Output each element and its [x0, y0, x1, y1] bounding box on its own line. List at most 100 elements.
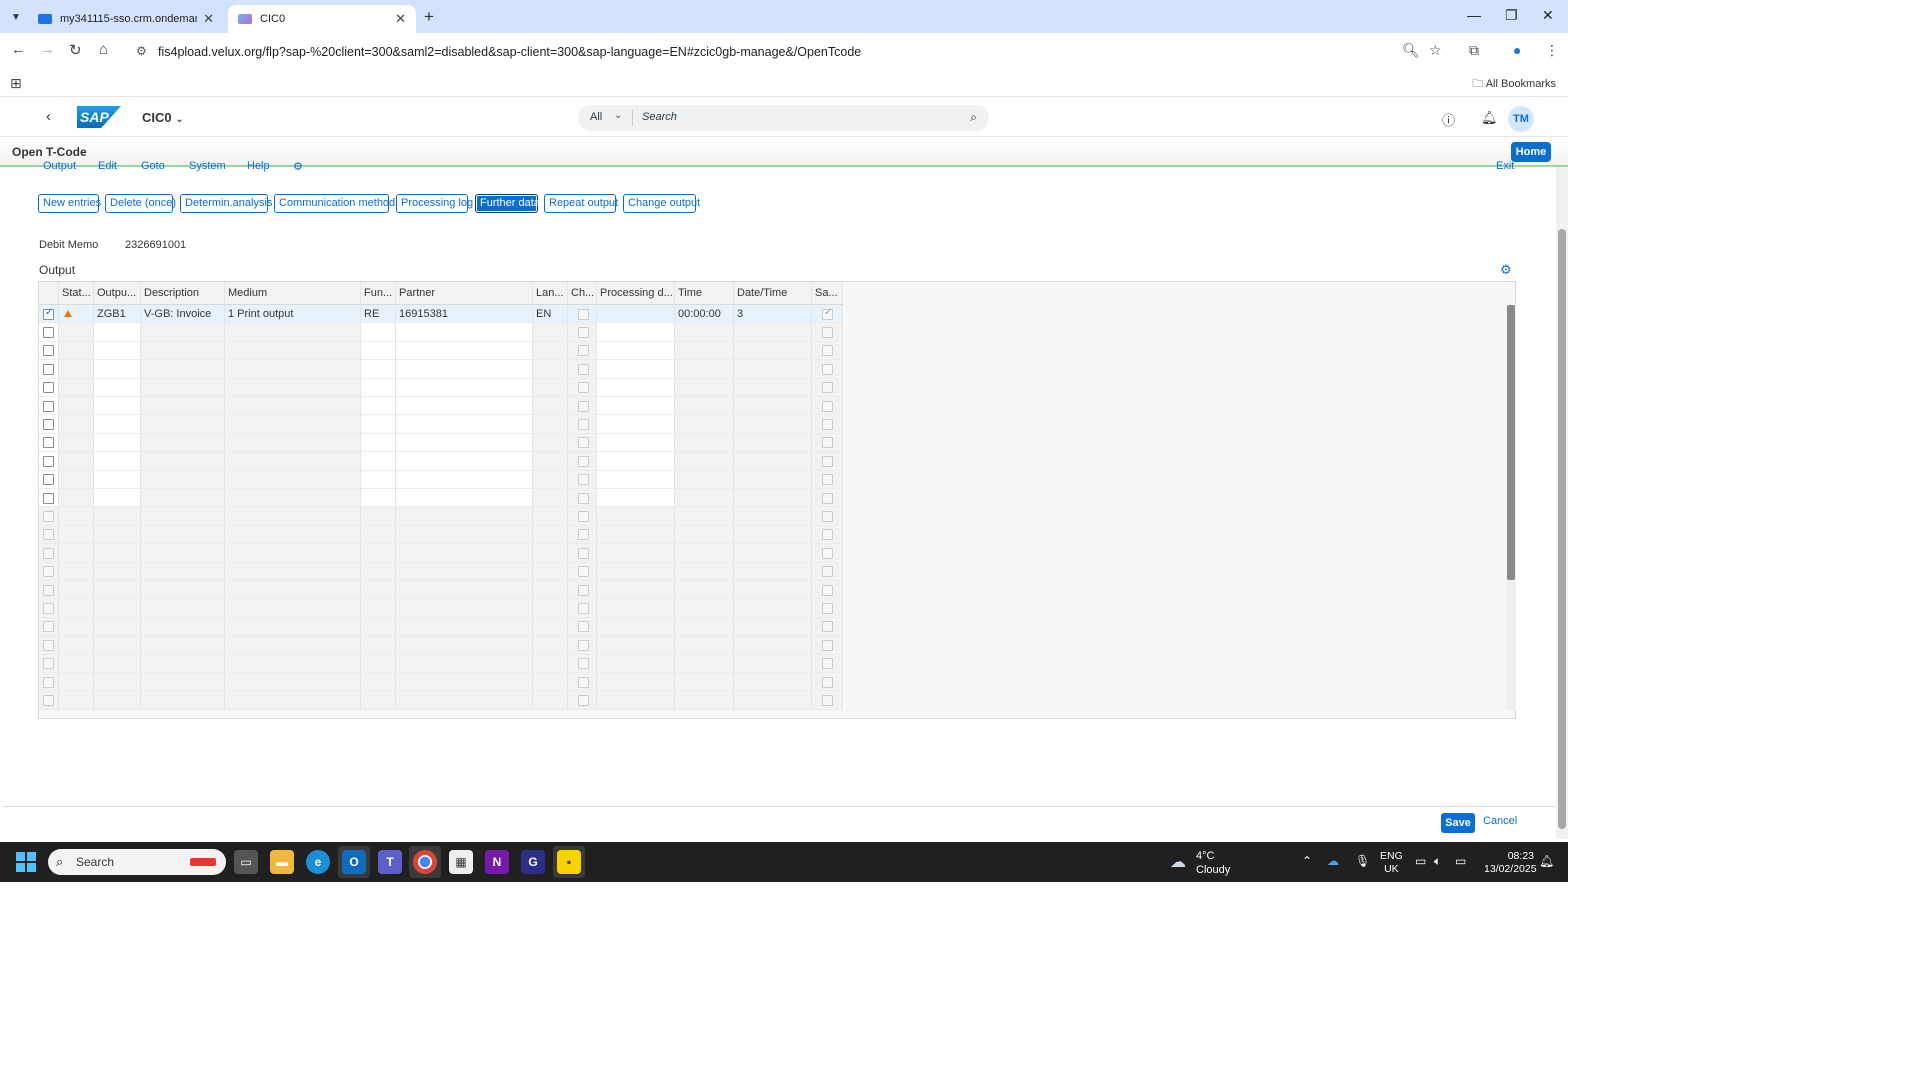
cancel-button[interactable]: Cancel: [1483, 815, 1517, 827]
close-tab-icon[interactable]: ✕: [203, 11, 214, 27]
windows-start-icon[interactable]: [16, 852, 36, 872]
table-cell[interactable]: [141, 323, 225, 342]
table-cell[interactable]: [396, 452, 533, 471]
table-cell[interactable]: ZGB1: [94, 305, 141, 324]
table-cell[interactable]: [94, 323, 141, 342]
table-cell[interactable]: [141, 378, 225, 397]
communication-method-button[interactable]: Communication method: [274, 194, 395, 213]
table-cell[interactable]: [675, 341, 734, 361]
change-output-button[interactable]: Change output: [623, 194, 700, 213]
table-cell[interactable]: [225, 360, 361, 379]
table-cell[interactable]: [141, 341, 225, 361]
sticky-notes-icon[interactable]: ▪: [557, 850, 581, 874]
table-cell[interactable]: [94, 378, 141, 397]
back-arrow-icon[interactable]: ←: [11, 41, 26, 58]
volume-icon[interactable]: 🔈︎: [1434, 854, 1441, 869]
table-settings-gear-icon[interactable]: ⚙: [1500, 262, 1512, 278]
table-cell[interactable]: [94, 452, 141, 471]
column-header-selector[interactable]: [39, 282, 59, 305]
table-cell[interactable]: [396, 378, 533, 397]
help-icon[interactable]: ⓘ: [1442, 110, 1455, 129]
input-language-indicator[interactable]: ENG UK: [1380, 850, 1403, 876]
table-cell[interactable]: [533, 433, 568, 453]
search-icon[interactable]: ⌕: [970, 110, 977, 125]
forward-arrow-icon[interactable]: →: [40, 41, 55, 58]
browser-menu-icon[interactable]: ⋮: [1545, 42, 1559, 59]
table-cell[interactable]: [675, 415, 734, 434]
table-cell[interactable]: [734, 433, 812, 453]
search-input[interactable]: Search: [642, 111, 677, 123]
excel-calc-icon[interactable]: ▦: [449, 850, 473, 874]
table-cell[interactable]: [225, 452, 361, 471]
app-title-menu[interactable]: CIC0 ⌄: [142, 110, 184, 125]
url-field[interactable]: ⚙ fis4pload.velux.org/flp?sap-%20client=…: [128, 37, 1458, 66]
column-header[interactable]: Lan...: [533, 282, 568, 305]
menu-system[interactable]: System: [189, 160, 226, 172]
table-cell[interactable]: [675, 452, 734, 471]
table-cell[interactable]: [361, 397, 396, 416]
chrome-icon[interactable]: [413, 850, 437, 874]
table-cell[interactable]: [597, 305, 675, 324]
row-select-checkbox[interactable]: [43, 326, 54, 338]
table-cell[interactable]: [734, 470, 812, 489]
table-cell[interactable]: [597, 433, 675, 453]
table-cell[interactable]: [225, 341, 361, 361]
table-cell[interactable]: 00:00:00: [675, 305, 734, 324]
table-cell[interactable]: [396, 415, 533, 434]
table-cell[interactable]: [734, 397, 812, 416]
browser-tab-cic0[interactable]: CIC0 ✕: [228, 5, 416, 33]
table-cell[interactable]: EN: [533, 305, 568, 324]
table-cell[interactable]: [361, 452, 396, 471]
file-explorer-icon[interactable]: ▬: [270, 850, 294, 874]
table-cell[interactable]: [225, 378, 361, 397]
table-cell[interactable]: [225, 415, 361, 434]
zoom-icon[interactable]: 🔍︎: [1402, 42, 1420, 59]
edge-browser-icon[interactable]: e: [306, 850, 330, 874]
delete-once-button[interactable]: Delete (once): [105, 194, 176, 213]
row-select-checkbox[interactable]: [43, 363, 54, 375]
new-entries-button[interactable]: New entries: [38, 194, 101, 213]
taskbar-search[interactable]: ⌕ Search: [48, 849, 226, 875]
new-tab-plus-icon[interactable]: +: [424, 7, 434, 27]
table-cell[interactable]: [597, 323, 675, 342]
table-cell[interactable]: [533, 415, 568, 434]
column-header[interactable]: Description: [141, 282, 225, 305]
row-select-checkbox[interactable]: [43, 382, 54, 394]
table-cell[interactable]: [141, 452, 225, 471]
table-vertical-scrollbar[interactable]: [1506, 305, 1516, 710]
column-header[interactable]: Outpu...: [94, 282, 141, 305]
table-cell[interactable]: 1 Print output: [225, 305, 361, 324]
row-select-checkbox[interactable]: [43, 307, 54, 320]
table-cell[interactable]: [225, 433, 361, 453]
table-cell[interactable]: [141, 489, 225, 508]
table-cell[interactable]: [361, 433, 396, 453]
table-cell[interactable]: [94, 489, 141, 508]
scrollbar-thumb[interactable]: [1507, 305, 1515, 580]
menu-settings-icon[interactable]: ⚙: [293, 160, 303, 173]
outlook-icon[interactable]: O: [342, 850, 366, 874]
table-cell[interactable]: [675, 433, 734, 453]
table-cell[interactable]: [225, 470, 361, 489]
table-cell[interactable]: [361, 378, 396, 397]
table-cell[interactable]: [675, 323, 734, 342]
sap-logo[interactable]: SAP: [77, 106, 121, 128]
table-cell[interactable]: [533, 360, 568, 379]
menu-goto[interactable]: Goto: [141, 160, 165, 172]
bookmark-star-icon[interactable]: ☆: [1429, 42, 1442, 59]
table-cell[interactable]: [597, 470, 675, 489]
table-cell[interactable]: [734, 415, 812, 434]
table-cell[interactable]: [396, 433, 533, 453]
menu-help[interactable]: Help: [247, 160, 270, 172]
table-cell[interactable]: [533, 341, 568, 361]
close-tab-icon[interactable]: ✕: [395, 11, 406, 27]
row-select-checkbox[interactable]: [43, 437, 54, 449]
scrollbar-thumb[interactable]: [1558, 229, 1566, 829]
column-header[interactable]: Sa...: [812, 282, 843, 305]
determin-analysis-button[interactable]: Determin.analysis: [180, 194, 272, 213]
chevron-down-icon[interactable]: ⌄: [614, 110, 622, 121]
profile-icon[interactable]: ●: [1513, 42, 1521, 58]
table-cell[interactable]: 16915381: [396, 305, 533, 324]
microphone-icon[interactable]: 🎙︎: [1355, 854, 1370, 868]
table-cell[interactable]: [396, 323, 533, 342]
menu-exit[interactable]: Exit: [1496, 160, 1514, 172]
